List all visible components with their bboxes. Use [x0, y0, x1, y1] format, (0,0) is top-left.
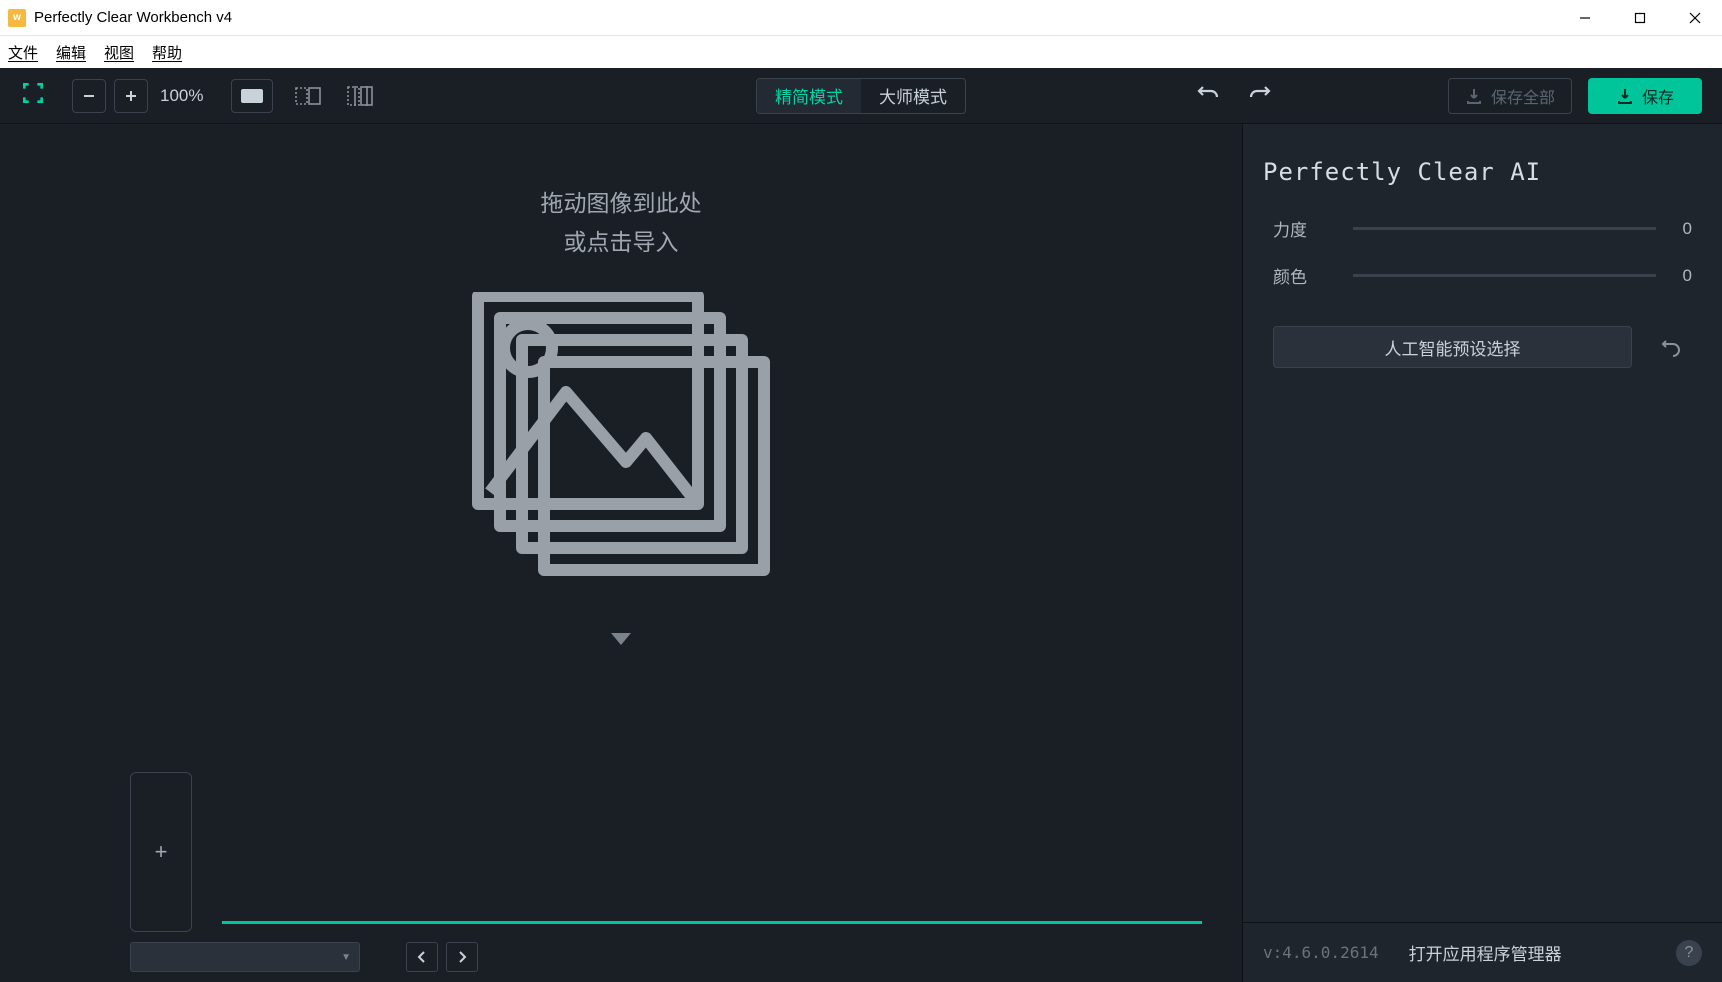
app-body: 100% 精简模式 大师模式 保存全部 保存 [0, 68, 1722, 982]
caret-down-icon: ▼ [341, 952, 351, 963]
minimize-button[interactable] [1557, 0, 1612, 35]
ai-preset-button[interactable]: 人工智能预设选择 [1273, 326, 1632, 368]
zoom-level: 100% [160, 86, 203, 106]
nav-arrows [406, 942, 478, 972]
menubar: 文件 编辑 视图 帮助 [0, 36, 1722, 68]
main: 拖动图像到此处 或点击导入 [0, 124, 1722, 982]
undo-redo-group [1196, 81, 1272, 110]
fit-screen-icon[interactable] [20, 80, 46, 111]
add-image-tile[interactable]: + [130, 772, 192, 932]
mode-simple[interactable]: 精简模式 [757, 79, 861, 113]
toolbar: 100% 精简模式 大师模式 保存全部 保存 [0, 68, 1722, 124]
preset-reset-button[interactable] [1650, 326, 1692, 368]
view-split-h-button[interactable] [343, 79, 377, 113]
help-button[interactable]: ? [1676, 940, 1702, 966]
download-icon [1616, 87, 1634, 105]
titlebar: w Perfectly Clear Workbench v4 [0, 0, 1722, 36]
canvas: 拖动图像到此处 或点击导入 [0, 124, 1242, 982]
nav-row: ▼ [130, 932, 1242, 982]
view-split-v-button[interactable] [291, 79, 325, 113]
drop-zone[interactable]: 拖动图像到此处 或点击导入 [0, 124, 1242, 762]
color-label: 颜色 [1273, 263, 1353, 288]
undo-button[interactable] [1196, 81, 1220, 110]
right-panel: Perfectly Clear AI 力度 0 颜色 0 人工智能预设选择 [1242, 124, 1722, 982]
zoom-in-button[interactable] [114, 79, 148, 113]
bottom-strip: + ▼ [0, 762, 1242, 982]
menu-file[interactable]: 文件 [8, 42, 38, 63]
view-single-button[interactable] [231, 79, 273, 113]
toolbar-right: 保存全部 保存 [1196, 78, 1702, 114]
drop-line2: 或点击导入 [541, 223, 702, 262]
mode-toggle-wrap: 精简模式 大师模式 [756, 78, 966, 114]
version-label: v:4.6.0.2614 [1263, 943, 1379, 962]
prev-image-button[interactable] [406, 942, 438, 972]
app-icon: w [8, 9, 26, 27]
add-tile-row: + [130, 762, 1242, 932]
color-slider[interactable] [1353, 274, 1656, 277]
window-controls [1557, 0, 1722, 35]
mode-toggle: 精简模式 大师模式 [756, 78, 966, 114]
view-group [231, 79, 377, 113]
zoom-out-button[interactable] [72, 79, 106, 113]
panel-spacer [1243, 378, 1722, 922]
menu-help[interactable]: 帮助 [152, 42, 182, 63]
open-app-manager[interactable]: 打开应用程序管理器 [1409, 940, 1562, 965]
next-image-button[interactable] [446, 942, 478, 972]
close-button[interactable] [1667, 0, 1722, 35]
strength-value: 0 [1656, 219, 1692, 239]
save-button[interactable]: 保存 [1588, 78, 1702, 114]
image-stack-icon [466, 292, 776, 587]
collapse-arrow-icon[interactable] [611, 633, 631, 652]
window-title: Perfectly Clear Workbench v4 [34, 9, 1557, 26]
menu-edit[interactable]: 编辑 [56, 42, 86, 63]
strength-label: 力度 [1273, 216, 1353, 241]
image-select-dropdown[interactable]: ▼ [130, 942, 360, 972]
strip-track [222, 921, 1202, 924]
redo-button[interactable] [1248, 81, 1272, 110]
preset-row: 人工智能预设选择 [1273, 326, 1692, 368]
color-value: 0 [1656, 266, 1692, 286]
panel-body: 力度 0 颜色 0 人工智能预设选择 [1243, 206, 1722, 378]
menu-view[interactable]: 视图 [104, 42, 134, 63]
download-icon [1465, 87, 1483, 105]
maximize-button[interactable] [1612, 0, 1667, 35]
drop-line1: 拖动图像到此处 [541, 184, 702, 223]
save-label: 保存 [1642, 84, 1674, 108]
save-all-button[interactable]: 保存全部 [1448, 78, 1572, 114]
strength-slider[interactable] [1353, 227, 1656, 230]
mode-master[interactable]: 大师模式 [861, 79, 965, 113]
panel-title: Perfectly Clear AI [1243, 124, 1722, 206]
drop-text: 拖动图像到此处 或点击导入 [541, 184, 702, 262]
panel-footer: v:4.6.0.2614 打开应用程序管理器 ? [1243, 922, 1722, 982]
save-all-label: 保存全部 [1491, 84, 1555, 108]
zoom-group [72, 79, 148, 113]
color-slider-row: 颜色 0 [1273, 263, 1692, 288]
strength-slider-row: 力度 0 [1273, 216, 1692, 241]
